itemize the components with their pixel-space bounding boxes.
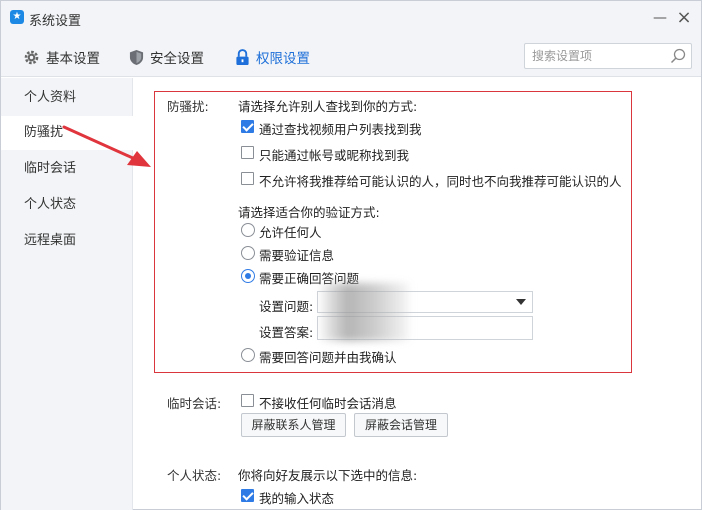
settings-search <box>524 43 692 69</box>
verify-answer-and-confirm-radio[interactable] <box>241 348 255 362</box>
no-recommend-label[interactable]: 不允许将我推荐给可能认识的人，同时也不向我推荐可能认识的人 <box>259 171 622 190</box>
find-method-prompt: 请选择允许别人查找到你的方式: <box>238 99 418 114</box>
reject-temp-session-label[interactable]: 不接收任何临时会话消息 <box>259 393 397 412</box>
typing-status-checkbox[interactable] <box>241 489 254 502</box>
gear-icon <box>24 50 39 64</box>
block-contacts-button[interactable]: 屏蔽联系人管理 <box>241 413 346 437</box>
answer-label: 设置答案: <box>259 325 314 340</box>
shield-icon <box>129 49 144 65</box>
reject-temp-session-checkbox[interactable] <box>241 394 254 407</box>
personal-status-label: 个人状态: <box>167 468 222 483</box>
annotation-arrow <box>62 125 151 167</box>
question-label: 设置问题: <box>259 299 314 314</box>
verify-allow-anyone-radio[interactable] <box>241 223 255 237</box>
tab-label: 基本设置 <box>46 51 100 67</box>
verify-require-info-label[interactable]: 需要验证信息 <box>259 245 334 264</box>
app-logo-icon: ★ <box>10 10 24 24</box>
window-title: 系统设置 <box>29 14 82 29</box>
lock-icon <box>236 48 249 65</box>
tab-permission-settings[interactable]: 权限设置 <box>235 46 310 68</box>
verify-allow-anyone-label[interactable]: 允许任何人 <box>259 222 322 241</box>
anti-harassment-label: 防骚扰: <box>167 99 209 114</box>
verify-require-info-radio[interactable] <box>241 246 255 260</box>
find-by-account-only-label[interactable]: 只能通过帐号或昵称找到我 <box>259 145 409 164</box>
search-icon[interactable] <box>670 48 686 64</box>
find-via-video-list-checkbox[interactable] <box>241 120 254 133</box>
minimize-button[interactable]: — <box>649 7 671 29</box>
title-bar: ★ 系统设置 — × <box>1 1 701 35</box>
typing-status-label[interactable]: 我的输入状态 <box>259 488 334 507</box>
tab-basic-settings[interactable]: 基本设置 <box>23 46 100 68</box>
settings-toolbar: 基本设置 安全设置 权限设置 <box>1 35 701 77</box>
settings-window: ★ 系统设置 — × 基本设置 安全设置 权限设置 搜索设置项 个人资料 防骚扰… <box>0 0 702 510</box>
find-by-account-only-checkbox[interactable] <box>241 146 254 159</box>
block-sessions-button[interactable]: 屏蔽会话管理 <box>354 413 448 437</box>
chevron-down-icon <box>516 299 526 305</box>
verify-answer-and-confirm-label[interactable]: 需要回答问题并由我确认 <box>259 347 397 366</box>
verify-method-prompt: 请选择适合你的验证方式: <box>238 205 380 220</box>
sidebar-item-profile[interactable]: 个人资料 <box>1 81 133 115</box>
close-button[interactable]: × <box>673 7 695 29</box>
personal-status-prompt: 你将向好友展示以下选中的信息: <box>238 468 418 483</box>
temp-session-label: 临时会话: <box>167 396 222 411</box>
tab-security-settings[interactable]: 安全设置 <box>129 46 204 68</box>
tab-label: 安全设置 <box>150 51 204 67</box>
verify-correct-answer-radio[interactable] <box>241 269 255 283</box>
redaction-blur <box>321 283 409 341</box>
tab-label: 权限设置 <box>256 51 310 67</box>
sidebar-item-personal-status[interactable]: 个人状态 <box>1 188 133 222</box>
no-recommend-checkbox[interactable] <box>241 172 254 185</box>
find-via-video-list-label[interactable]: 通过查找视频用户列表找到我 <box>259 119 422 138</box>
search-input[interactable] <box>525 44 665 68</box>
sidebar-item-remote-desktop[interactable]: 远程桌面 <box>1 224 133 258</box>
